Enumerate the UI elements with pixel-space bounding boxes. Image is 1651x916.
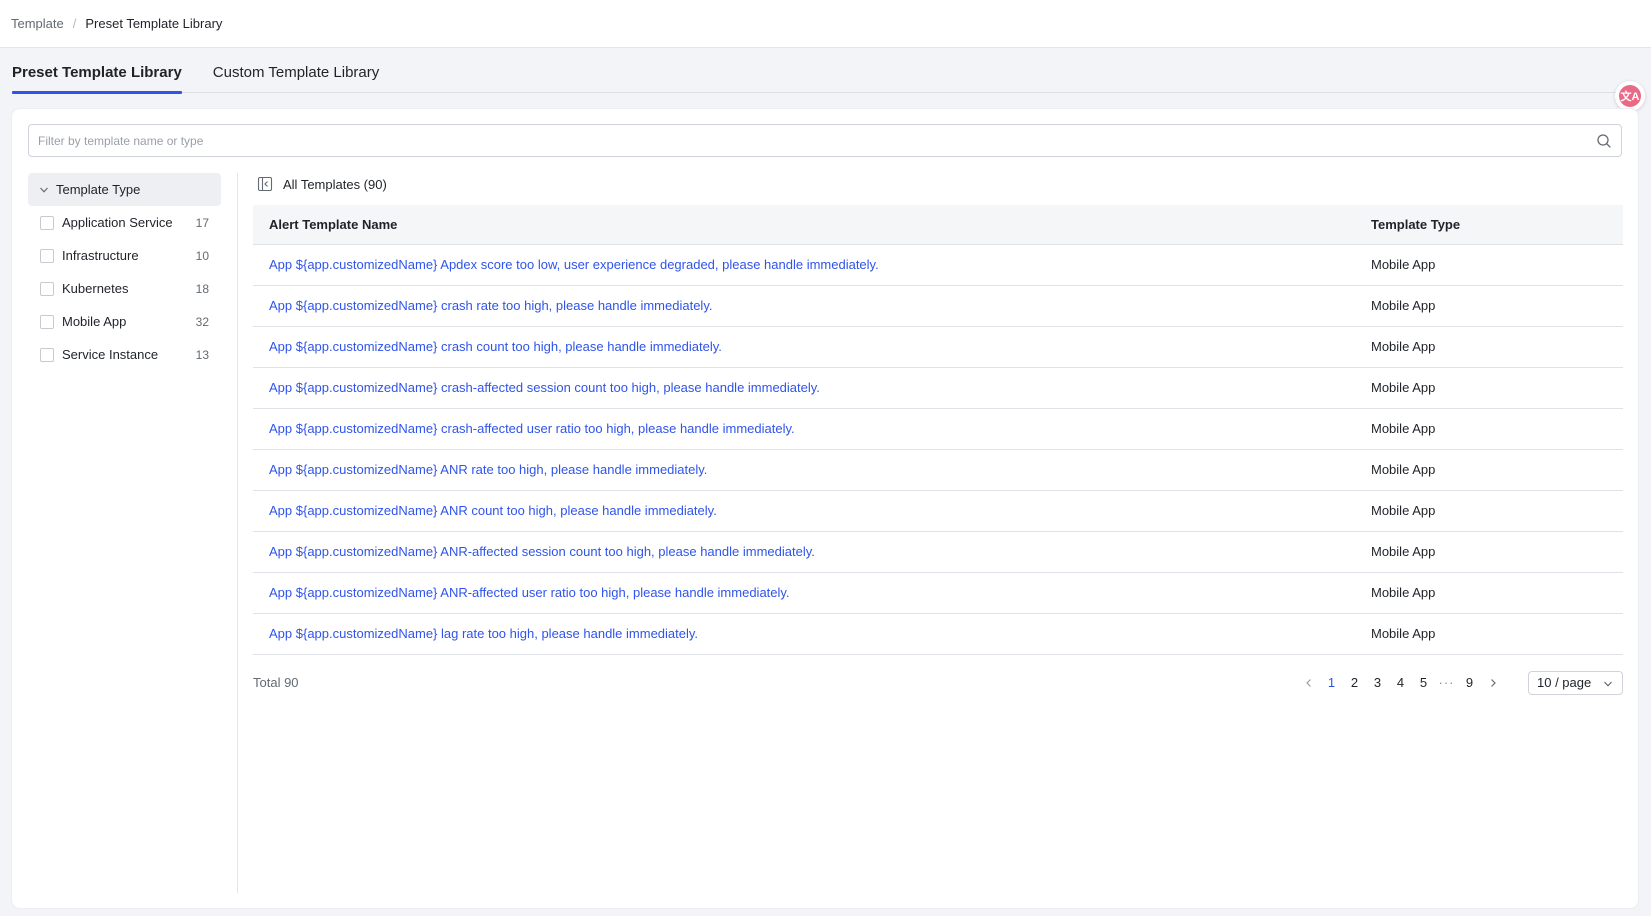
template-type-cell: Mobile App (1355, 244, 1623, 286)
filter-item-kubernetes[interactable]: Kubernetes 18 (28, 272, 221, 305)
table-row: App ${app.customizedName} crash-affected… (253, 367, 1623, 409)
template-name-link[interactable]: App ${app.customizedName} lag rate too h… (269, 626, 698, 641)
filter-item-mobile-app[interactable]: Mobile App 32 (28, 305, 221, 338)
template-type-cell: Mobile App (1355, 531, 1623, 573)
template-name-link[interactable]: App ${app.customizedName} ANR count too … (269, 503, 717, 518)
top-bar: Template / Preset Template Library (0, 0, 1651, 48)
list-title: All Templates (90) (283, 176, 387, 192)
template-name-link[interactable]: App ${app.customizedName} ANR rate too h… (269, 462, 707, 477)
template-type-cell: Mobile App (1355, 367, 1623, 409)
table-row: App ${app.customizedName} ANR count too … (253, 490, 1623, 532)
page-3[interactable]: 3 (1366, 675, 1389, 690)
column-header-type: Template Type (1355, 205, 1623, 245)
template-list: All Templates (90) Alert Template Name T… (253, 173, 1623, 709)
next-page-button[interactable] (1481, 678, 1504, 688)
tab-custom-template-library[interactable]: Custom Template Library (213, 60, 379, 93)
page-1[interactable]: 1 (1320, 675, 1343, 690)
table-row: App ${app.customizedName} ANR-affected u… (253, 572, 1623, 614)
page-last[interactable]: 9 (1458, 675, 1481, 690)
template-type-cell: Mobile App (1355, 572, 1623, 614)
page-5[interactable]: 5 (1412, 675, 1435, 690)
filter-item-application-service[interactable]: Application Service 17 (28, 206, 221, 239)
translate-icon: 文A (1619, 85, 1641, 107)
table-row: App ${app.customizedName} lag rate too h… (253, 613, 1623, 655)
checkbox[interactable] (40, 281, 54, 296)
breadcrumb-template-link[interactable]: Template (11, 16, 64, 31)
filter-item-label: Service Instance (62, 347, 159, 362)
template-name-link[interactable]: App ${app.customizedName} crash-affected… (269, 380, 820, 395)
filter-item-infrastructure[interactable]: Infrastructure 10 (28, 239, 221, 272)
template-name-link[interactable]: App ${app.customizedName} ANR-affected u… (269, 585, 790, 600)
table-row: App ${app.customizedName} crash count to… (253, 326, 1623, 368)
chevron-right-icon (1490, 678, 1496, 687)
chevron-down-icon (40, 187, 48, 193)
filter-item-count: 10 (195, 248, 209, 263)
pagination: 1 2 3 4 5 ··· 9 10 / page (1297, 670, 1623, 695)
table-row: App ${app.customizedName} ANR-affected s… (253, 531, 1623, 573)
table-header-row: Alert Template Name Template Type (253, 205, 1623, 245)
search-icon[interactable] (1596, 133, 1612, 149)
total-count: Total 90 (253, 674, 299, 690)
list-header: All Templates (90) (253, 173, 1623, 195)
template-type-cell: Mobile App (1355, 490, 1623, 532)
search-box (28, 124, 1622, 157)
filter-item-label: Kubernetes (62, 281, 129, 296)
pagination-bar: Total 90 1 2 3 4 5 ··· 9 10 / page (253, 655, 1623, 709)
table-row: App ${app.customizedName} crash rate too… (253, 285, 1623, 327)
filter-item-count: 32 (195, 314, 209, 329)
template-type-cell: Mobile App (1355, 449, 1623, 491)
table-row: App ${app.customizedName} crash-affected… (253, 408, 1623, 450)
template-type-cell: Mobile App (1355, 613, 1623, 655)
template-name-link[interactable]: App ${app.customizedName} crash-affected… (269, 421, 795, 436)
page-size-select[interactable]: 10 / page (1528, 670, 1623, 695)
template-name-link[interactable]: App ${app.customizedName} ANR-affected s… (269, 544, 815, 559)
sidebar-collapse-icon[interactable] (257, 176, 273, 192)
content-panel: Template Type Application Service 17 Inf… (12, 109, 1638, 908)
checkbox[interactable] (40, 314, 54, 329)
checkbox[interactable] (40, 347, 54, 362)
filter-header-template-type[interactable]: Template Type (28, 173, 221, 206)
translate-button[interactable]: 文A (1615, 81, 1645, 111)
filter-item-count: 18 (195, 281, 209, 296)
page-4[interactable]: 4 (1389, 675, 1412, 690)
filter-item-label: Mobile App (62, 314, 127, 329)
library-tabs: Preset Template Library Custom Template … (12, 60, 1640, 94)
filter-item-service-instance[interactable]: Service Instance 13 (28, 338, 221, 371)
template-type-filter: Template Type Application Service 17 Inf… (28, 173, 221, 371)
template-name-link[interactable]: App ${app.customizedName} crash count to… (269, 339, 722, 354)
prev-page-button[interactable] (1297, 678, 1320, 688)
table-row: App ${app.customizedName} Apdex score to… (253, 244, 1623, 286)
column-header-name: Alert Template Name (253, 205, 1355, 245)
template-type-cell: Mobile App (1355, 285, 1623, 327)
filter-item-count: 17 (195, 215, 209, 230)
template-type-cell: Mobile App (1355, 408, 1623, 450)
table-row: App ${app.customizedName} ANR rate too h… (253, 449, 1623, 491)
checkbox[interactable] (40, 248, 54, 263)
filter-item-label: Application Service (62, 215, 173, 230)
template-name-link[interactable]: App ${app.customizedName} crash rate too… (269, 298, 712, 313)
filter-item-count: 13 (195, 347, 209, 362)
page-2[interactable]: 2 (1343, 675, 1366, 690)
chevron-left-icon (1305, 678, 1311, 687)
checkbox[interactable] (40, 215, 54, 230)
tab-preset-template-library[interactable]: Preset Template Library (12, 60, 182, 94)
chevron-down-icon (1604, 681, 1612, 687)
template-name-link[interactable]: App ${app.customizedName} Apdex score to… (269, 257, 879, 272)
breadcrumb-separator: / (72, 16, 77, 31)
sidebar-divider (237, 173, 238, 893)
search-input[interactable] (29, 125, 1579, 156)
template-type-cell: Mobile App (1355, 326, 1623, 368)
page-ellipsis[interactable]: ··· (1435, 675, 1458, 690)
filter-item-label: Infrastructure (62, 248, 139, 263)
template-table: Alert Template Name Template Type App ${… (253, 205, 1623, 655)
filter-header-label: Template Type (56, 182, 141, 197)
breadcrumb-current: Preset Template Library (85, 16, 223, 31)
page-size-value: 10 / page (1537, 675, 1592, 690)
